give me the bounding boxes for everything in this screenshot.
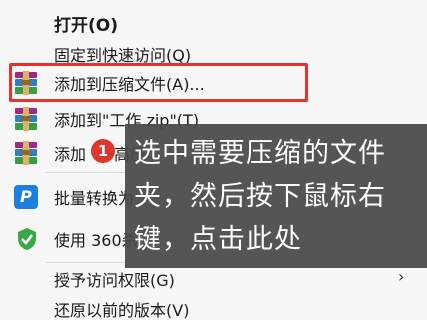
menu-item-batch-convert-label: 批量转换为: [54, 189, 135, 208]
menu-item-grant-access-label: 授予访问权限(G): [54, 271, 175, 290]
menu-item-open-label: 打开(O): [54, 15, 118, 36]
step-number-badge: 1: [91, 139, 115, 163]
context-menu-screenshot: 打开(O) 固定到快速访问(Q) 添加到压缩文件(A)... 添加到"工作.zi…: [0, 0, 427, 320]
menu-item-grant-access[interactable]: 授予访问权限(G): [0, 264, 427, 294]
menu-item-open[interactable]: 打开(O): [0, 8, 427, 38]
highlight-box: [9, 63, 308, 102]
chevron-right-icon: ›: [398, 267, 405, 286]
menu-item-restore-versions-label: 还原以前的版本(V): [54, 301, 190, 320]
360-shield-icon: [18, 228, 36, 250]
winrar-archive-icon: [15, 141, 37, 165]
menu-item-restore-versions[interactable]: 还原以前的版本(V): [0, 296, 427, 320]
menu-item-add-other-label: 添加: [54, 145, 87, 164]
winrar-archive-icon: [15, 107, 37, 131]
p-convert-icon: P: [14, 185, 38, 209]
instruction-caption: 选中需要压缩的文件夹，然后按下鼠标右键，点击此处: [134, 138, 386, 255]
